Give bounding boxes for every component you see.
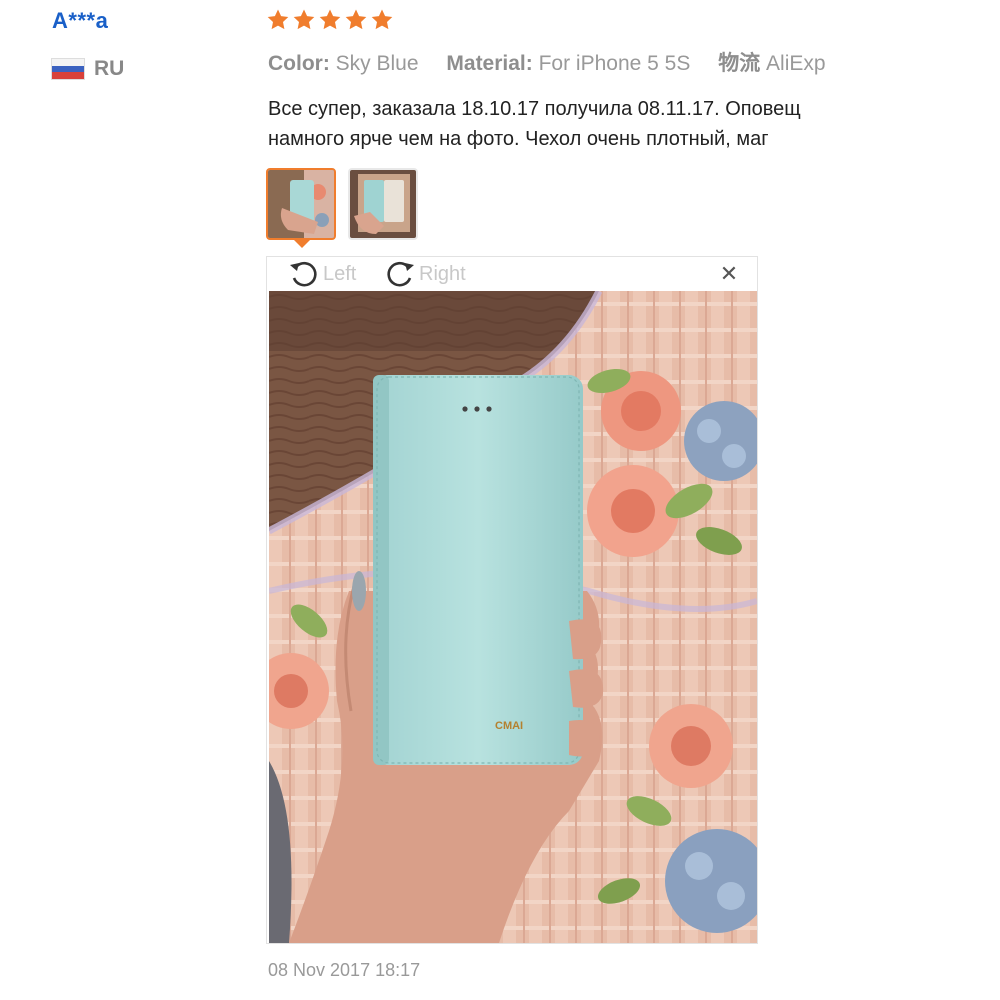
selected-thumbnail-pointer xyxy=(293,239,311,248)
rotate-right-button[interactable]: Right xyxy=(383,259,466,289)
review-text: Все супер, заказала 18.10.17 получила 08… xyxy=(268,94,858,158)
close-icon[interactable]: ✕ xyxy=(719,263,739,285)
review-photo-image: CMAI xyxy=(269,291,757,943)
photo-thumbnail-2[interactable] xyxy=(348,168,418,240)
review-timestamp: 08 Nov 2017 18:17 xyxy=(268,960,421,980)
reviewer-country: RU xyxy=(52,56,124,82)
star-icon xyxy=(293,9,315,30)
photo-thumbnail-1[interactable] xyxy=(266,168,336,240)
case-brand-logo: CMAI xyxy=(495,720,523,732)
photo-viewer: Left Right ✕ CMAI xyxy=(266,256,758,944)
rotate-right-label: Right xyxy=(419,262,466,285)
review-photo: CMAI xyxy=(269,291,757,943)
review-line-1: Все супер, заказала 18.10.17 получила 08… xyxy=(268,98,801,120)
open-case-photo-thumbnail xyxy=(350,170,416,238)
country-code: RU xyxy=(94,57,125,80)
attr-shipping-label: 物流 xyxy=(718,52,761,75)
rotate-left-label: Left xyxy=(323,262,357,285)
rotate-left-icon xyxy=(290,261,317,287)
star-icon xyxy=(319,9,341,30)
star-icon xyxy=(267,9,289,30)
viewer-toolbar: Left Right ✕ xyxy=(267,257,757,291)
phone-case-photo-thumbnail xyxy=(268,170,334,238)
attr-material-label: Material: xyxy=(446,52,533,75)
attr-shipping-value: AliExp xyxy=(766,52,826,75)
star-icon xyxy=(345,9,367,30)
russia-flag-icon xyxy=(52,59,84,80)
order-attributes: Color: Sky Blue Material: For iPhone 5 5… xyxy=(268,50,858,82)
rotate-left-button[interactable]: Left xyxy=(287,259,356,289)
star-rating xyxy=(266,8,394,32)
review-line-2: намного ярче чем на фото. Чехол очень пл… xyxy=(268,128,769,150)
rotate-right-icon xyxy=(387,261,414,287)
star-icon xyxy=(371,9,393,30)
attr-color-label: Color: xyxy=(268,52,330,75)
attr-color-value: Sky Blue xyxy=(335,52,419,75)
attr-material-value: For iPhone 5 5S xyxy=(538,52,691,75)
reviewer-name[interactable]: A***a xyxy=(52,8,108,34)
